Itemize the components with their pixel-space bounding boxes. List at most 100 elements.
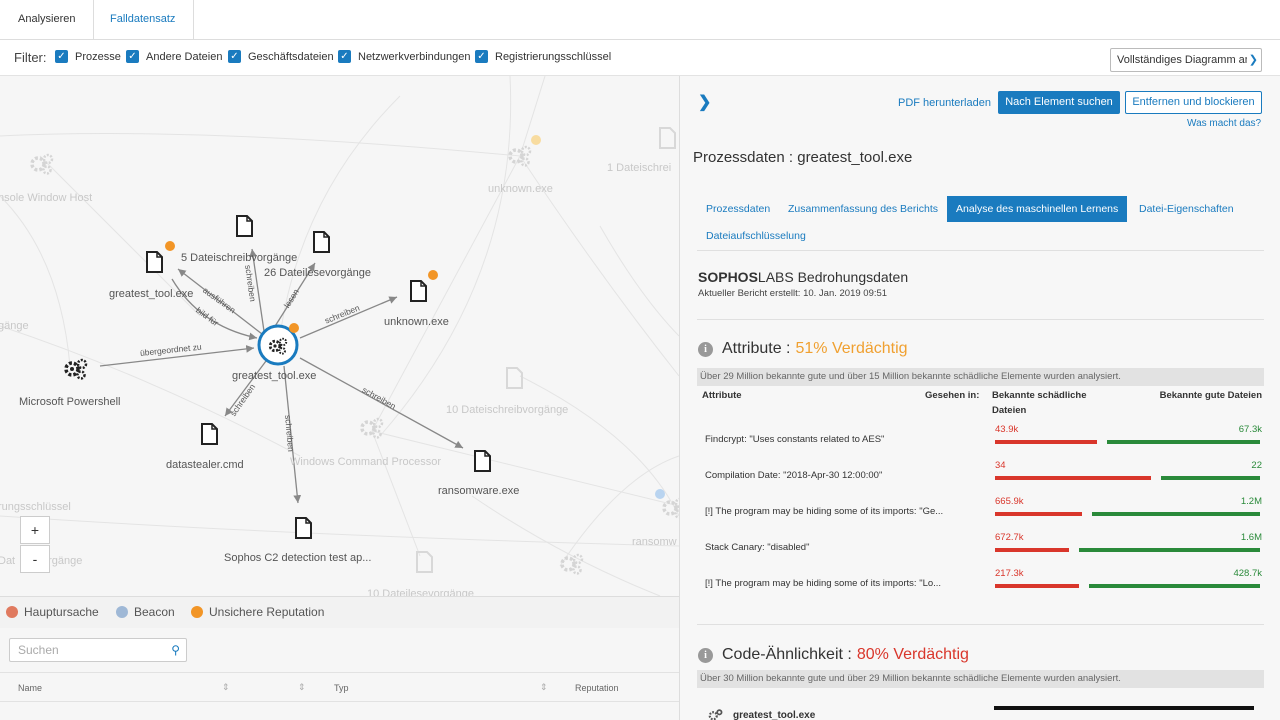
node-label-ransomw: ransomw <box>632 536 677 548</box>
good-bar <box>1092 512 1260 516</box>
malicious-bar <box>995 584 1079 588</box>
checkbox-checked-icon[interactable]: ✓ <box>338 50 351 63</box>
search-input[interactable]: Suchen ⚲ <box>9 638 187 662</box>
malicious-bar <box>995 440 1097 444</box>
sort-icon[interactable]: ⇕ <box>298 682 306 693</box>
good-count: 67.3k <box>1238 424 1262 435</box>
report-created: Aktueller Bericht erstellt: 10. Jan. 201… <box>698 288 888 299</box>
divider <box>697 624 1264 625</box>
node-label-datastealer[interactable]: datastealer.cmd <box>166 459 244 471</box>
sort-icon[interactable]: ⇕ <box>540 682 548 693</box>
good-bar <box>1161 476 1260 480</box>
diagram-view-select[interactable]: Vollständiges Diagramm an ❯ <box>1110 48 1262 72</box>
search-element-button[interactable]: Nach Element suchen <box>998 91 1120 114</box>
good-count: 22 <box>1251 460 1262 471</box>
attribute-label: [!] The program may be hiding some of it… <box>705 578 942 589</box>
good-count: 428.7k <box>1233 568 1262 579</box>
attributes-summary: Über 29 Million bekannte gute und über 1… <box>697 368 1264 386</box>
checkbox-checked-icon[interactable]: ✓ <box>55 50 68 63</box>
good-count: 1.2M <box>1240 496 1262 507</box>
attributes-score: 51% Verdächtig <box>795 340 908 357</box>
good-bar <box>1079 548 1260 552</box>
labs-title: SOPHOSLABS Bedrohungsdaten <box>698 269 909 285</box>
col-attribute: Attribute <box>702 390 742 401</box>
node-label-unknown-bg: unknown.exe <box>488 183 553 195</box>
info-icon[interactable]: i <box>698 341 713 357</box>
node-label-registry: rungsschlüssel <box>0 501 71 513</box>
gears-icon <box>707 707 723 720</box>
node-label-sophos-c2[interactable]: Sophos C2 detection test ap... <box>224 552 371 564</box>
chevron-right-icon[interactable]: ❯ <box>698 92 711 112</box>
legend-unsafe-reputation: Unsichere Reputation <box>191 605 324 619</box>
col-good: Bekannte gute Dateien <box>1159 390 1262 401</box>
filter-registry-keys[interactable]: ✓ Registrierungsschlüssel <box>475 50 611 63</box>
tab-file-breakdown[interactable]: Dateiaufschlüsselung <box>697 223 815 249</box>
tab-analyze[interactable]: Analysieren <box>0 0 95 40</box>
zoom-out-button[interactable]: - <box>20 545 50 573</box>
pdf-download-link[interactable]: PDF herunterladen <box>898 97 991 109</box>
details-panel: ❯ PDF herunterladen Nach Element suchen … <box>679 76 1280 720</box>
process-graph[interactable]: nsole Window Host unknown.exe 1 Dateisch… <box>0 76 679 596</box>
col-seen-in: Gesehen in: <box>925 390 980 401</box>
sort-icon[interactable]: ⇕ <box>222 682 230 693</box>
column-reputation[interactable]: Reputation <box>575 683 619 693</box>
column-type[interactable]: Typ <box>334 683 349 693</box>
filter-network-connections[interactable]: ✓ Netzwerkverbindungen <box>338 50 471 63</box>
good-bar <box>1107 440 1260 444</box>
tab-process-data[interactable]: Prozessdaten <box>697 196 779 222</box>
legend-root-cause: Hauptursache <box>6 605 99 619</box>
graph-canvas <box>0 76 679 596</box>
legend-beacon: Beacon <box>116 605 175 619</box>
warning-icon <box>191 606 203 618</box>
node-label-file-write-10: 10 Dateischreibvorgänge <box>446 404 569 416</box>
remove-block-button[interactable]: Entfernen und blockieren <box>1125 91 1262 114</box>
code-similarity-summary: Über 30 Million bekannte gute und über 2… <box>697 670 1264 688</box>
node-label-console-host: nsole Window Host <box>0 192 93 204</box>
malicious-count: 217.3k <box>995 568 1024 579</box>
column-name[interactable]: Name <box>18 683 42 693</box>
checkbox-checked-icon[interactable]: ✓ <box>228 50 241 63</box>
node-label-gaenge: gänge <box>0 320 29 332</box>
attribute-label: Findcrypt: "Uses constants related to AE… <box>705 434 885 445</box>
top-tab-bar: Analysieren Falldatensatz <box>0 0 1280 40</box>
good-count: 1.6M <box>1240 532 1262 543</box>
tab-report-summary[interactable]: Zusammenfassung des Berichts <box>779 196 947 222</box>
col-malicious: Bekannte schädliche Dateien <box>992 390 1087 416</box>
malicious-bar <box>995 512 1082 516</box>
what-does-that-link[interactable]: Was macht das? <box>1187 118 1261 129</box>
info-icon[interactable]: i <box>698 647 713 663</box>
divider <box>697 319 1264 320</box>
search-icon[interactable]: ⚲ <box>171 639 180 661</box>
filter-other-files[interactable]: ✓ Andere Dateien <box>126 50 222 63</box>
node-label-ransomware[interactable]: ransomware.exe <box>438 485 519 497</box>
filter-processes[interactable]: ✓ Prozesse <box>55 50 121 63</box>
node-label-file-write-1: 1 Dateischrei <box>607 162 672 174</box>
zoom-in-button[interactable]: + <box>20 516 50 544</box>
node-label-write-ops[interactable]: 5 Dateischreibvorgänge <box>181 252 297 264</box>
code-similarity-score: 80% Verdächtig <box>856 646 969 663</box>
attribute-label: Compilation Date: "2018-Apr-30 12:00:00" <box>705 470 883 481</box>
filter-bar: Filter: ✓ Prozesse ✓ Andere Dateien ✓ Gesch… <box>0 40 1280 76</box>
node-label-read-ops[interactable]: 26 Dateilesevorgänge <box>264 267 371 279</box>
attributes-section-title: i Attribute : 51% Verdächtig <box>698 340 908 358</box>
malicious-bar <box>995 476 1151 480</box>
node-label-win-cmd: Windows Command Processor <box>290 456 441 468</box>
attribute-label: Stack Canary: "disabled" <box>705 542 810 553</box>
good-bar <box>1089 584 1260 588</box>
tab-case-data[interactable]: Falldatensatz <box>92 0 195 40</box>
graph-legend: Hauptursache Beacon Unsichere Reputation <box>0 596 679 628</box>
node-label-unknown[interactable]: unknown.exe <box>384 316 449 328</box>
divider <box>697 250 1264 251</box>
filter-business-files[interactable]: ✓ Geschäftsdateien <box>228 50 334 63</box>
checkbox-checked-icon[interactable]: ✓ <box>126 50 139 63</box>
node-label-powershell[interactable]: Microsoft Powershell <box>19 396 120 408</box>
checkbox-checked-icon[interactable]: ✓ <box>475 50 488 63</box>
malicious-bar <box>995 548 1069 552</box>
node-label-greatest-tool[interactable]: greatest_tool.exe <box>109 288 193 300</box>
chevron-down-icon: ❯ <box>1246 49 1258 71</box>
node-label-file-read-10: 10 Dateilesevorgänge <box>367 588 475 596</box>
tab-file-properties[interactable]: Datei-Eigenschaften <box>1130 196 1243 222</box>
tab-ml-analysis[interactable]: Analyse des maschinellen Lernens <box>947 196 1128 222</box>
node-label-center-process[interactable]: greatest_tool.exe <box>232 370 316 382</box>
malicious-count: 34 <box>995 460 1006 471</box>
